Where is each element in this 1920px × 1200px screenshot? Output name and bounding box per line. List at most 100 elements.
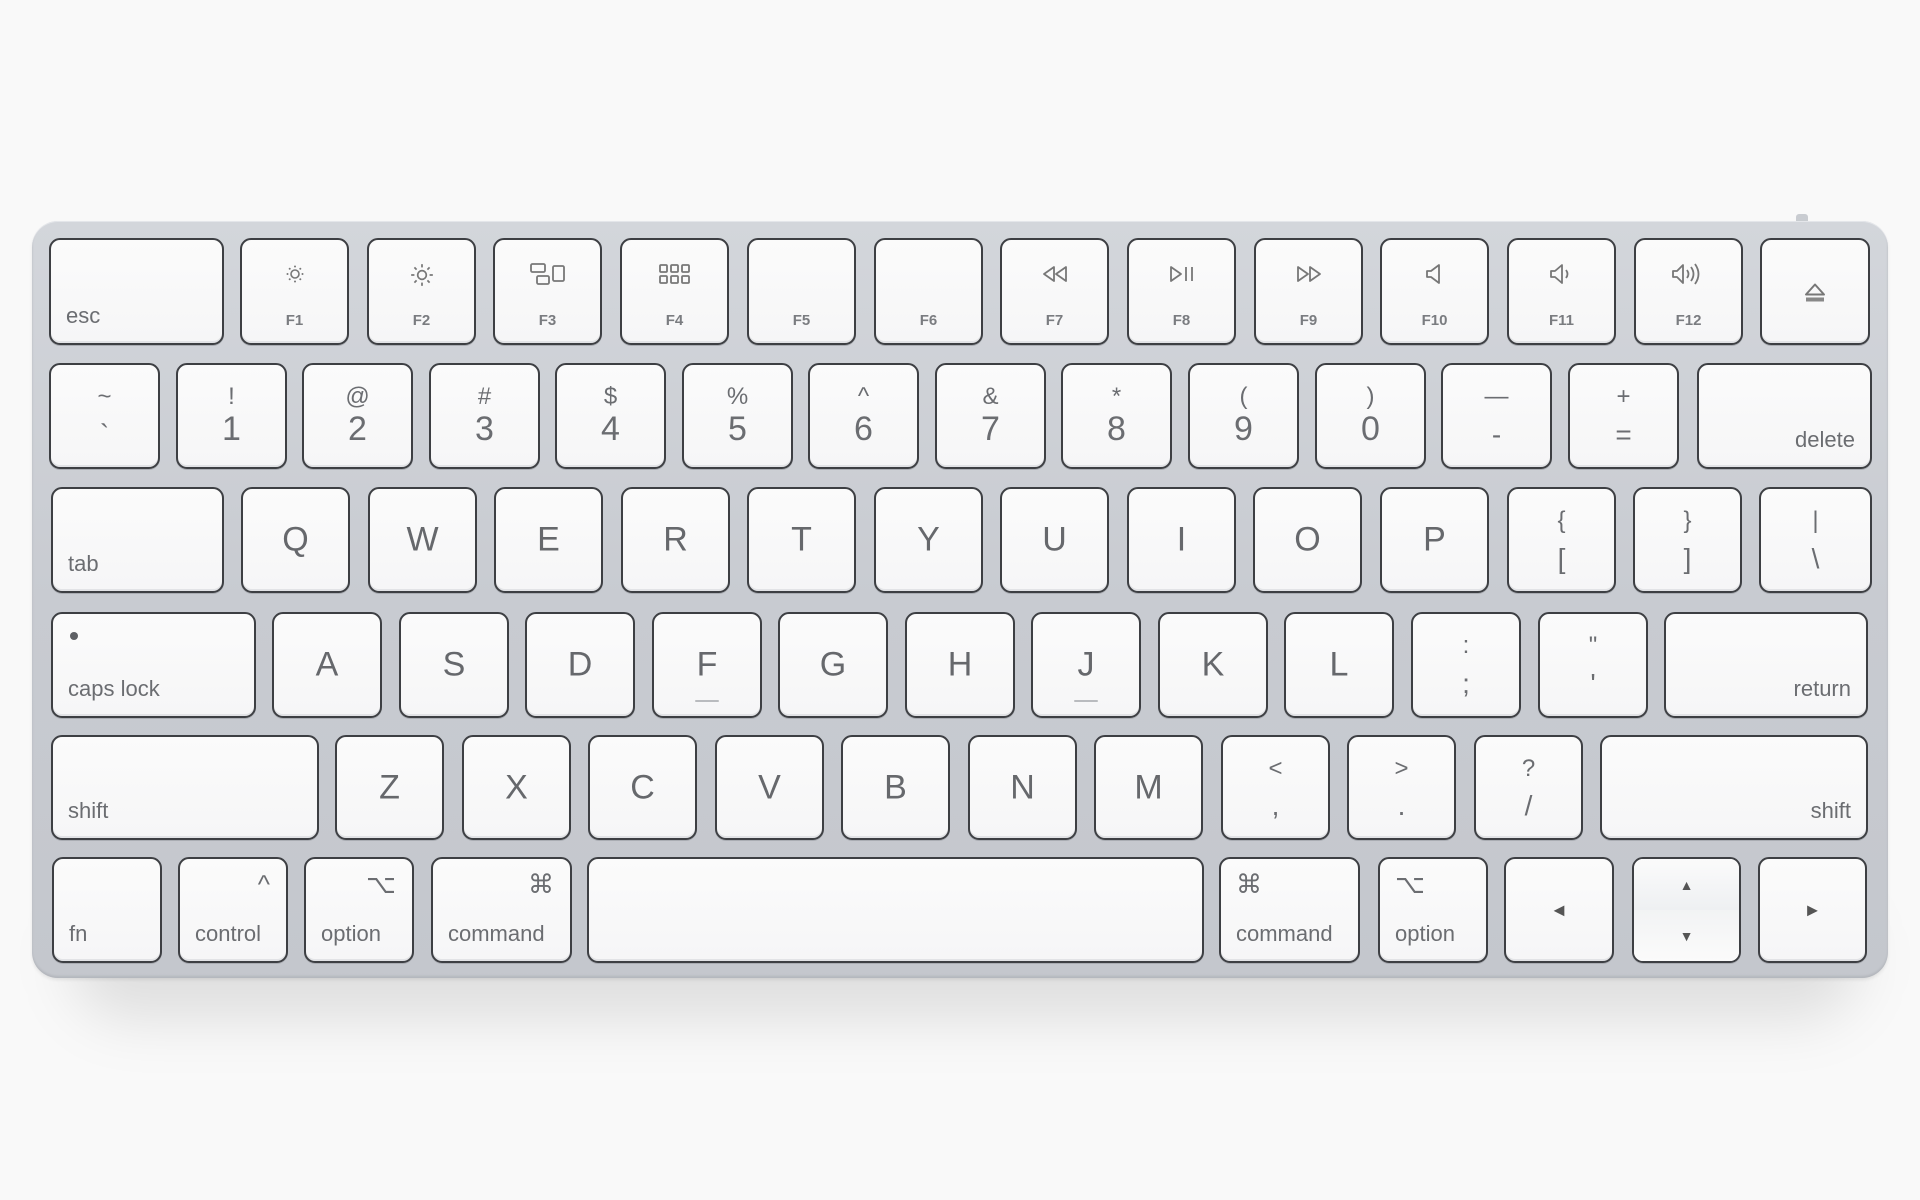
key-d[interactable]: D xyxy=(525,612,635,718)
key-f4[interactable]: F4 xyxy=(620,238,729,345)
key-legend: D xyxy=(567,645,593,684)
key-comma[interactable]: <, xyxy=(1221,735,1330,840)
key-i[interactable]: I xyxy=(1127,487,1236,593)
key-space[interactable] xyxy=(587,857,1204,963)
key-6[interactable]: ^ 6 xyxy=(808,363,919,469)
key-f8[interactable]: F8 xyxy=(1127,238,1236,345)
key-arrow-up[interactable]: ▲ xyxy=(1634,859,1739,912)
key-rbracket[interactable]: }] xyxy=(1633,487,1742,593)
key-rshift[interactable]: shift xyxy=(1600,735,1868,840)
key-left[interactable]: ◀ xyxy=(1504,857,1614,963)
eject-icon xyxy=(1762,276,1868,307)
key-w[interactable]: W xyxy=(368,487,477,593)
key-legend: K xyxy=(1201,645,1225,684)
key-f2[interactable]: F2 xyxy=(367,238,476,345)
key-tab[interactable]: tab xyxy=(51,487,224,593)
key-h[interactable]: H xyxy=(905,612,1015,718)
key-f3[interactable]: F3 xyxy=(493,238,602,345)
key-e[interactable]: E xyxy=(494,487,603,593)
key-legend: H xyxy=(947,645,973,684)
key-s[interactable]: S xyxy=(399,612,509,718)
key-period[interactable]: >. xyxy=(1347,735,1456,840)
fkey-label: F8 xyxy=(1172,312,1191,329)
key-legend: 8 xyxy=(1107,410,1126,448)
key-9[interactable]: (9 xyxy=(1188,363,1299,469)
key-loption[interactable]: option ⌥ xyxy=(304,857,414,963)
key-f11[interactable]: F11 xyxy=(1507,238,1616,345)
key-f10[interactable]: F10 xyxy=(1380,238,1489,345)
key-5[interactable]: % 5 xyxy=(682,363,793,469)
key-esc[interactable]: esc xyxy=(49,238,224,345)
key-t[interactable]: T xyxy=(747,487,856,593)
key-legend: . xyxy=(1397,790,1406,821)
key-v[interactable]: V xyxy=(715,735,824,840)
key-legend: P xyxy=(1423,520,1446,559)
key-z[interactable]: Z xyxy=(335,735,444,840)
key-f6[interactable]: F6 xyxy=(874,238,983,345)
key-equals[interactable]: + = xyxy=(1568,363,1679,469)
key-7[interactable]: & 7 xyxy=(935,363,1046,469)
key-eject[interactable] xyxy=(1760,238,1870,345)
key-lbracket[interactable]: {[ xyxy=(1507,487,1616,593)
key-legend: 1 xyxy=(222,410,241,448)
key-a[interactable]: A xyxy=(272,612,382,718)
key-l[interactable]: L xyxy=(1284,612,1394,718)
key-y[interactable]: Y xyxy=(874,487,983,593)
key-shift-legend: $ xyxy=(603,383,618,410)
key-shift-legend: @ xyxy=(345,383,370,410)
key-lshift[interactable]: shift xyxy=(51,735,319,840)
key-f1[interactable]: F1 xyxy=(240,238,349,345)
key-f9[interactable]: F9 xyxy=(1254,238,1363,345)
key-rcommand[interactable]: command ⌘ xyxy=(1219,857,1360,963)
key-return[interactable]: return xyxy=(1664,612,1868,718)
key-0[interactable]: ) 0 xyxy=(1315,363,1426,469)
key-label: option xyxy=(321,921,381,946)
key-8[interactable]: * 8 xyxy=(1061,363,1172,469)
arrow-down-icon: ▼ xyxy=(1679,927,1694,944)
key-f[interactable]: F xyxy=(652,612,762,718)
key-semicolon[interactable]: :; xyxy=(1411,612,1521,718)
key-f12[interactable]: F12 xyxy=(1634,238,1743,345)
key-lcommand[interactable]: command ⌘ xyxy=(431,857,572,963)
key-g[interactable]: G xyxy=(778,612,888,718)
key-q[interactable]: Q xyxy=(241,487,350,593)
key-delete[interactable]: delete xyxy=(1697,363,1872,469)
key-x[interactable]: X xyxy=(462,735,571,840)
key-lcontrol[interactable]: control ^ xyxy=(178,857,288,963)
key-updown[interactable]: ▲ ▼ xyxy=(1632,857,1741,963)
key-1[interactable]: ! 1 xyxy=(176,363,287,469)
key-2[interactable]: @2 xyxy=(302,363,413,469)
fkey-label: F11 xyxy=(1548,312,1575,329)
key-r[interactable]: R xyxy=(621,487,730,593)
key-legend: 6 xyxy=(854,410,873,448)
key-grave[interactable]: ~ ` xyxy=(49,363,160,469)
key-u[interactable]: U xyxy=(1000,487,1109,593)
home-row-bump xyxy=(695,700,719,702)
key-slash[interactable]: ? / xyxy=(1474,735,1583,840)
key-4[interactable]: $4 xyxy=(555,363,666,469)
key-m[interactable]: M xyxy=(1094,735,1203,840)
key-label: option xyxy=(1395,921,1455,946)
key-c[interactable]: C xyxy=(588,735,697,840)
key-p[interactable]: P xyxy=(1380,487,1489,593)
key-minus[interactable]: — - xyxy=(1441,363,1552,469)
key-b[interactable]: B xyxy=(841,735,950,840)
key-arrow-down[interactable]: ▼ xyxy=(1634,910,1739,961)
key-shift-legend: % xyxy=(726,383,749,410)
key-j[interactable]: J xyxy=(1031,612,1141,718)
key-legend: R xyxy=(663,520,688,559)
key-fn[interactable]: fn xyxy=(52,857,162,963)
key-n[interactable]: N xyxy=(968,735,1077,840)
key-o[interactable]: O xyxy=(1253,487,1362,593)
fkey-label: F2 xyxy=(412,312,431,329)
key-backslash[interactable]: | \ xyxy=(1759,487,1872,593)
key-roption[interactable]: option ⌥ xyxy=(1378,857,1488,963)
key-f5[interactable]: F5 xyxy=(747,238,856,345)
key-right[interactable]: ▶ xyxy=(1758,857,1867,963)
key-k[interactable]: K xyxy=(1158,612,1268,718)
key-3[interactable]: #3 xyxy=(429,363,540,469)
key-quote[interactable]: " ' xyxy=(1538,612,1648,718)
key-f7[interactable]: F7 xyxy=(1000,238,1109,345)
key-capslock[interactable]: caps lock xyxy=(51,612,256,718)
key-legend: 3 xyxy=(475,410,494,448)
